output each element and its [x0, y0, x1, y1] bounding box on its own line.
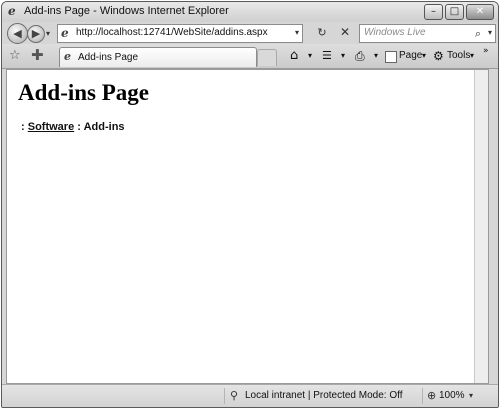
back-button[interactable]: ◀ — [7, 23, 28, 44]
page-menu-button[interactable]: Page — [399, 49, 422, 63]
minimize-button[interactable]: – — [424, 4, 443, 20]
zoom-dropdown[interactable]: ▾ — [469, 391, 473, 400]
more-commands-chevron-icon[interactable]: » — [483, 44, 489, 58]
intranet-zone-icon: ⚲ — [230, 389, 239, 402]
zoom-icon[interactable]: ⊕ — [427, 388, 436, 404]
new-tab-button[interactable] — [257, 49, 277, 66]
zoom-level[interactable]: 100% — [439, 390, 465, 401]
print-dropdown[interactable]: ▾ — [374, 49, 378, 63]
ie-logo-icon: e — [8, 4, 16, 18]
recent-pages-dropdown[interactable]: ▾ — [46, 29, 50, 38]
maximize-button[interactable]: □ — [445, 4, 464, 20]
address-text[interactable]: http://localhost:12741/WebSite/addins.as… — [76, 27, 268, 38]
favorites-star-icon[interactable]: ☆ — [9, 48, 21, 63]
tab-add-ins-page[interactable]: e Add-ins Page — [59, 47, 257, 67]
stop-button[interactable]: ✕ — [336, 24, 354, 41]
search-input[interactable]: Windows Live ⌕ ▾ — [359, 24, 496, 43]
address-bar[interactable]: e http://localhost:12741/WebSite/addins.… — [57, 24, 303, 43]
print-icon[interactable]: ⎙ — [355, 49, 365, 63]
page-title: Add-ins Page — [18, 80, 149, 105]
feeds-icon[interactable]: ☰ — [322, 49, 332, 63]
home-dropdown[interactable]: ▾ — [308, 49, 312, 63]
tools-gear-icon[interactable]: ⚙ — [433, 49, 444, 63]
status-bar: ⚲ Local intranet | Protected Mode: Off ⊕… — [2, 384, 498, 407]
tab-page-icon: e — [64, 50, 71, 63]
address-dropdown[interactable]: ▾ — [295, 28, 299, 37]
security-zone-text[interactable]: Local intranet | Protected Mode: Off — [245, 390, 403, 401]
title-bar: e Add-ins Page - Windows Internet Explor… — [2, 2, 498, 22]
refresh-button[interactable]: ↻ — [312, 24, 332, 41]
breadcrumb-current: Add-ins — [83, 121, 125, 133]
search-placeholder: Windows Live — [364, 27, 426, 38]
window-controls: – □ ✕ — [424, 4, 494, 20]
breadcrumb-separator: : — [77, 121, 81, 133]
tools-menu-dropdown[interactable]: ▾ — [470, 49, 474, 63]
window-title: Add-ins Page - Windows Internet Explorer — [24, 5, 229, 17]
breadcrumb-prefix: : — [21, 121, 25, 133]
address-toolbar: ◀ ▶ ▾ e http://localhost:12741/WebSite/a… — [2, 22, 498, 44]
search-icon[interactable]: ⌕ — [475, 26, 481, 41]
breadcrumb: : Software : Add-ins — [21, 121, 125, 133]
status-divider — [422, 388, 423, 404]
tab-and-command-bar: ☆ ✚ e Add-ins Page ⌂ ▾ ☰ ▾ ⎙ ▾ Page ▾ ⚙ … — [2, 44, 498, 69]
feeds-dropdown[interactable]: ▾ — [341, 49, 345, 63]
home-icon[interactable]: ⌂ — [290, 49, 298, 63]
add-favorite-icon[interactable]: ✚ — [31, 47, 44, 63]
status-divider — [224, 388, 225, 404]
search-options-dropdown[interactable]: ▾ — [488, 28, 492, 37]
browser-window: e Add-ins Page - Windows Internet Explor… — [1, 1, 499, 408]
tools-menu-button[interactable]: Tools — [447, 49, 470, 63]
breadcrumb-link-software[interactable]: Software — [28, 121, 74, 133]
page-menu-dropdown[interactable]: ▾ — [422, 49, 426, 63]
close-button[interactable]: ✕ — [466, 4, 494, 20]
vertical-scrollbar[interactable] — [474, 70, 488, 383]
page-menu-icon[interactable] — [385, 51, 397, 63]
page-icon: e — [61, 26, 69, 40]
page-content: Add-ins Page : Software : Add-ins — [6, 69, 489, 384]
tab-label: Add-ins Page — [78, 52, 139, 63]
forward-button[interactable]: ▶ — [27, 25, 45, 43]
